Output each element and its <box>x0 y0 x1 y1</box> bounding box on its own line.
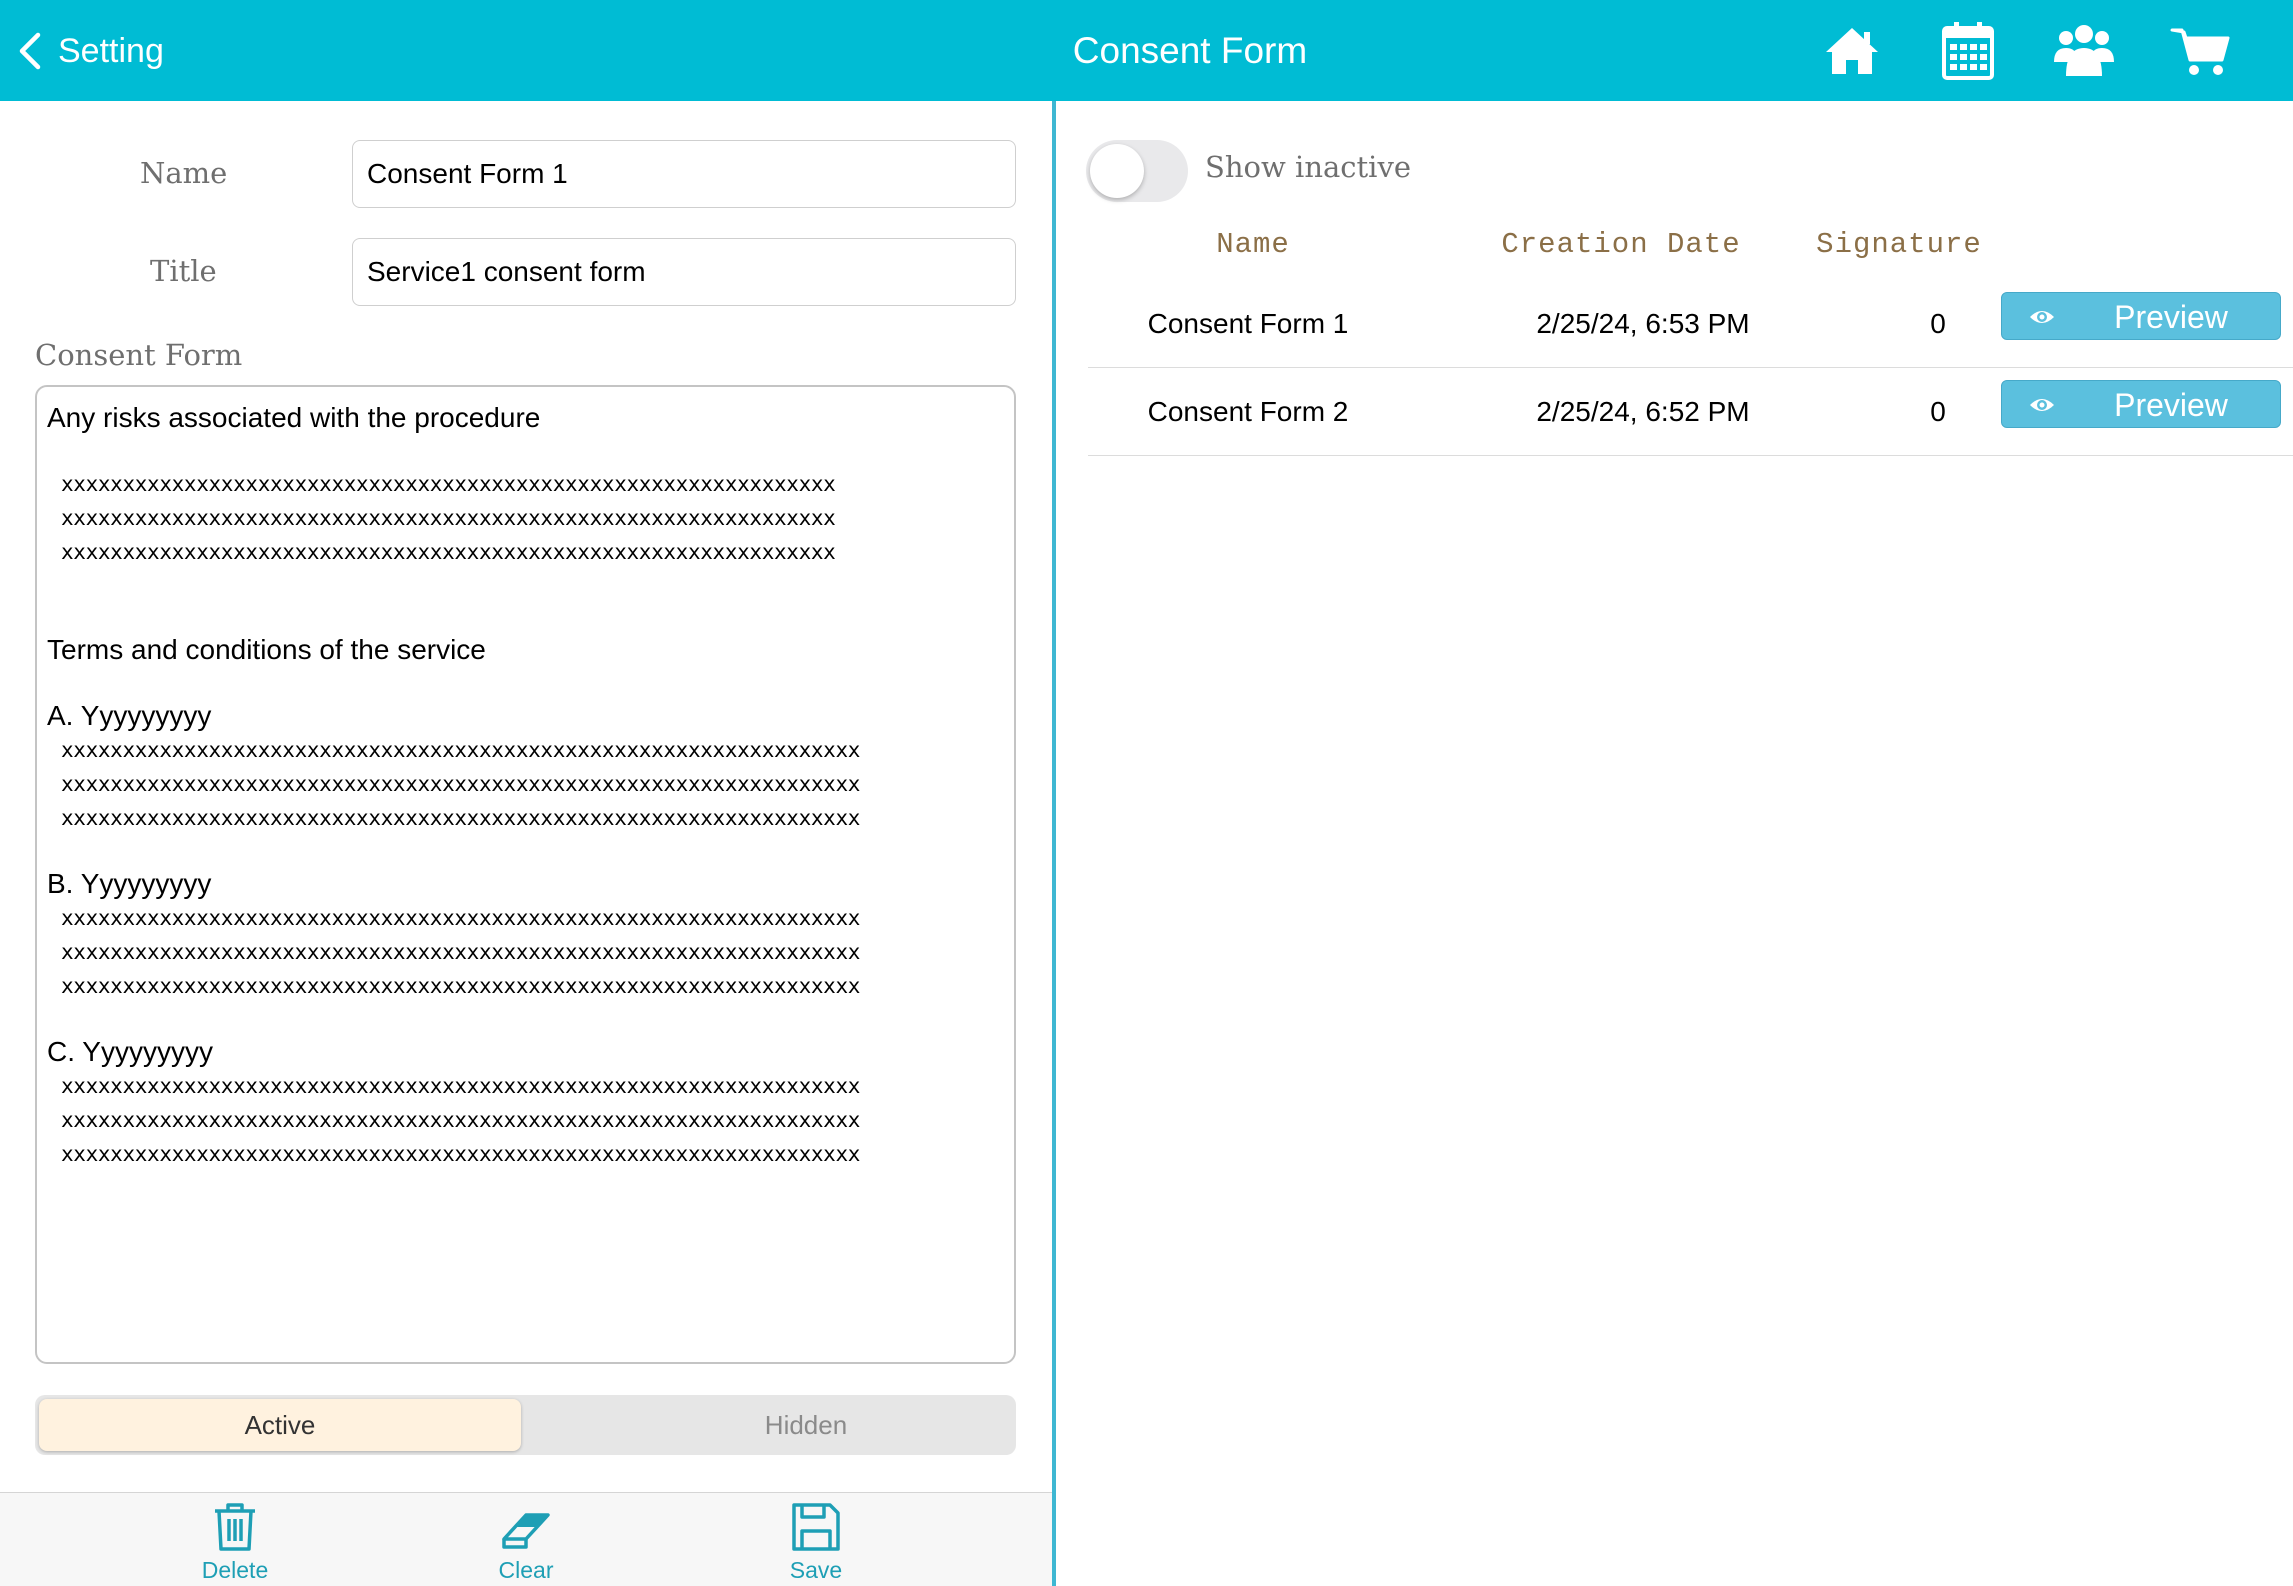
delete-button[interactable]: Delete <box>165 1501 305 1586</box>
placeholder-text-line: xxxxxxxxxxxxxxxxxxxxxxxxxxxxxxxxxxxxxxxx… <box>61 472 836 496</box>
table-row[interactable]: Consent Form 1 2/25/24, 6:53 PM 0 Previe… <box>1088 280 2293 368</box>
name-input[interactable]: Consent Form 1 <box>352 140 1016 208</box>
floppy-disk-icon <box>792 1503 840 1551</box>
consent-line: A. Yyyyyyyyy <box>47 700 212 731</box>
toggle-knob <box>1090 144 1144 198</box>
panel-divider <box>1052 101 1056 1586</box>
row-creation-date: 2/25/24, 6:52 PM <box>1536 396 1750 427</box>
column-header-name: Name <box>1216 228 1290 261</box>
cart-icon[interactable] <box>2170 18 2234 84</box>
consent-text-area[interactable]: Any risks associated with the procedure … <box>35 385 1016 1364</box>
placeholder-text-line: xxxxxxxxxxxxxxxxxxxxxxxxxxxxxxxxxxxxxxxx… <box>61 940 861 964</box>
preview-button[interactable]: Preview <box>2001 380 2281 428</box>
name-label: Name <box>140 156 228 190</box>
eye-icon <box>2030 399 2054 411</box>
trash-icon <box>215 1503 255 1551</box>
segment-active[interactable]: Active <box>39 1399 521 1451</box>
placeholder-text-line: xxxxxxxxxxxxxxxxxxxxxxxxxxxxxxxxxxxxxxxx… <box>61 772 861 796</box>
table-row[interactable]: Consent Form 2 2/25/24, 6:52 PM 0 Previe… <box>1088 368 2293 456</box>
consent-line: Any risks associated with the procedure <box>47 402 541 433</box>
consent-form-label: Consent Form <box>35 338 243 372</box>
clear-button[interactable]: Clear <box>456 1501 596 1586</box>
placeholder-text-line: xxxxxxxxxxxxxxxxxxxxxxxxxxxxxxxxxxxxxxxx… <box>61 738 861 762</box>
column-header-signature: Signature <box>1816 228 1982 261</box>
row-creation-date: 2/25/24, 6:53 PM <box>1536 308 1750 339</box>
title-input[interactable]: Service1 consent form <box>352 238 1016 306</box>
status-segmented-control: Active Hidden <box>35 1395 1016 1455</box>
placeholder-text-line: xxxxxxxxxxxxxxxxxxxxxxxxxxxxxxxxxxxxxxxx… <box>61 1142 861 1166</box>
top-bar: Setting Consent Form <box>0 0 2293 101</box>
placeholder-text-line: xxxxxxxxxxxxxxxxxxxxxxxxxxxxxxxxxxxxxxxx… <box>61 1074 861 1098</box>
eye-icon <box>2030 311 2054 323</box>
home-icon[interactable] <box>1820 18 1884 84</box>
clear-label: Clear <box>498 1557 554 1583</box>
consent-line: C. Yyyyyyyyy <box>47 1036 213 1067</box>
placeholder-text-line: xxxxxxxxxxxxxxxxxxxxxxxxxxxxxxxxxxxxxxxx… <box>61 1108 861 1132</box>
column-header-creation-date: Creation Date <box>1501 228 1741 261</box>
show-inactive-label: Show inactive <box>1205 150 1412 184</box>
eraser-icon <box>502 1513 550 1549</box>
delete-label: Delete <box>201 1557 269 1583</box>
segment-hidden[interactable]: Hidden <box>561 1399 1051 1451</box>
placeholder-text-line: xxxxxxxxxxxxxxxxxxxxxxxxxxxxxxxxxxxxxxxx… <box>61 974 861 998</box>
save-button[interactable]: Save <box>746 1501 886 1586</box>
people-icon[interactable] <box>2052 18 2116 84</box>
preview-label: Preview <box>2114 387 2228 423</box>
bottom-toolbar: Delete Clear Save <box>0 1492 1052 1586</box>
title-label: Title <box>150 254 217 288</box>
consent-line: Terms and conditions of the service <box>47 634 486 665</box>
row-name: Consent Form 1 <box>1147 308 1349 339</box>
show-inactive-toggle[interactable] <box>1086 140 1188 202</box>
placeholder-text-line: xxxxxxxxxxxxxxxxxxxxxxxxxxxxxxxxxxxxxxxx… <box>61 506 836 530</box>
row-name: Consent Form 2 <box>1147 396 1349 427</box>
placeholder-text-line: xxxxxxxxxxxxxxxxxxxxxxxxxxxxxxxxxxxxxxxx… <box>61 906 861 930</box>
placeholder-text-line: xxxxxxxxxxxxxxxxxxxxxxxxxxxxxxxxxxxxxxxx… <box>61 806 861 830</box>
save-label: Save <box>789 1557 843 1583</box>
consent-line: B. Yyyyyyyyy <box>47 868 212 899</box>
placeholder-text-line: xxxxxxxxxxxxxxxxxxxxxxxxxxxxxxxxxxxxxxxx… <box>61 540 836 564</box>
calendar-icon[interactable] <box>1936 18 2000 84</box>
preview-button[interactable]: Preview <box>2001 292 2281 340</box>
preview-label: Preview <box>2114 299 2228 335</box>
